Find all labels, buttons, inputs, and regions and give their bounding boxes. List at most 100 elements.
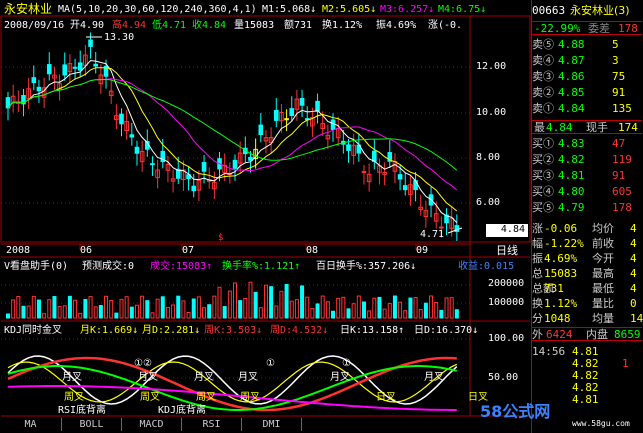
price-tick: 12.00: [476, 61, 507, 72]
buy-order-row[interactable]: 买③ 4.81 91: [532, 169, 642, 183]
watermark-logo: 58公式网: [480, 402, 551, 421]
stock-name: 永安林业: [4, 2, 53, 16]
sell-order-row[interactable]: 卖④ 4.87 3: [532, 54, 642, 68]
candle-body: [201, 162, 207, 172]
sell-order-row[interactable]: 卖② 4.85 91: [532, 86, 642, 100]
volume-bar: [104, 295, 109, 319]
outer-label: 外: [532, 328, 543, 341]
candle-body: [72, 66, 78, 69]
sold-value: 收益:0.015: [458, 261, 515, 272]
volume-bar: [207, 304, 212, 319]
buy-order-row[interactable]: 买④ 4.80 605: [532, 185, 642, 199]
order-label: 卖③: [532, 70, 554, 83]
volume-bar: [140, 295, 145, 319]
buy-order-row[interactable]: 买② 4.82 119: [532, 153, 642, 167]
tab-dmi[interactable]: DMI: [242, 418, 302, 431]
wei-bi-row: -22.99% 委差 178: [532, 21, 642, 35]
volume-bar: [341, 296, 346, 319]
volume-bar: [413, 297, 418, 319]
volume-bar: [279, 290, 284, 319]
volume-bar: [73, 299, 78, 319]
order-price: 4.86: [558, 70, 585, 83]
volume-bar: [150, 312, 155, 319]
bar-amplitude: 振4.69%: [376, 20, 417, 31]
order-volume: 5: [612, 38, 619, 51]
volume-bar: [361, 301, 366, 319]
volume-bar: [222, 306, 227, 319]
buy-order-row[interactable]: 买⑤ 4.79 178: [532, 201, 642, 215]
volume-bar: [403, 310, 408, 319]
volume-bar: [377, 296, 382, 319]
candle-body: [150, 163, 155, 166]
sell-order-row[interactable]: 卖① 4.84 135: [532, 102, 642, 116]
volume-bar: [134, 304, 139, 319]
kdj-tick: 100.00: [488, 333, 525, 344]
volume-bar: [305, 296, 310, 319]
volume-bar: [253, 291, 258, 319]
kdj-signal: 周叉: [64, 392, 84, 403]
candlestick-series: $: [5, 32, 463, 243]
m2-value: M2:5.605↓: [322, 4, 377, 15]
volume-bar: [289, 300, 294, 319]
volume-bar: [418, 308, 423, 319]
order-volume: 47: [612, 137, 626, 150]
bar-amount: 额731: [284, 20, 313, 31]
volume-tick: 100000: [488, 297, 525, 308]
stat-value-2: 14: [630, 312, 643, 325]
order-label: 买⑤: [532, 201, 554, 214]
order-label: 买④: [532, 185, 554, 198]
inner-value: 8659: [614, 328, 641, 341]
time-label: 06: [80, 245, 93, 256]
tab-macd[interactable]: MACD: [122, 418, 182, 431]
volume-bar: [109, 299, 114, 319]
sell-order-row[interactable]: 卖⑤ 4.88 5: [532, 38, 642, 52]
volume-bar: [227, 290, 232, 319]
tab-ma[interactable]: MA: [0, 418, 62, 431]
volume-bar: [320, 295, 325, 319]
volume-bar: [346, 308, 351, 319]
circle-mark: ①: [342, 358, 351, 369]
quote-code: 00663: [532, 4, 566, 17]
candle-body: [413, 180, 418, 191]
volume-bar: [217, 286, 222, 319]
tab-boll[interactable]: BOLL: [62, 418, 122, 431]
order-price: 4.80: [558, 185, 585, 198]
stat-label: 总: [532, 267, 543, 280]
stat-label-2: 今开: [592, 252, 614, 265]
buy-order-row[interactable]: 买① 4.83 47: [532, 137, 642, 151]
volume-bar: [284, 283, 289, 319]
kdj-signal: 月叉: [194, 372, 214, 383]
bar-turnover: 换1.12%: [322, 20, 363, 31]
volume-bar: [444, 297, 449, 319]
stat-value-2: 4: [630, 222, 637, 235]
hundred-day-turnover: 百日换手%:357.206↓: [316, 261, 417, 272]
volume-bar: [160, 296, 165, 319]
volume-bar: [6, 313, 10, 319]
stat-row: 换 1.12% 量比 0: [532, 297, 642, 311]
candle-body: [289, 108, 295, 117]
inner-label: 内盘: [586, 328, 608, 341]
stat-value-2: 4: [630, 252, 637, 265]
kdj-month-k: 月K:1.669↓: [80, 325, 139, 336]
volume-bar: [36, 299, 41, 319]
kdj-panel-title[interactable]: KDJ同时金叉: [4, 325, 62, 337]
sell-order-row[interactable]: 卖③ 4.86 75: [532, 70, 642, 84]
tab-daily[interactable]: 日线: [496, 245, 518, 257]
volume-bar: [294, 299, 299, 319]
kdj-day-d: 日D:16.370↓: [414, 325, 479, 336]
stat-value-2: 0: [630, 297, 637, 310]
stat-value: -1.22%: [544, 237, 584, 250]
order-volume: 119: [612, 153, 632, 166]
volume-bar: [351, 303, 356, 319]
circle-mark: ①②: [134, 358, 152, 369]
stat-row: 振 4.69% 今开 4: [532, 252, 642, 266]
volume-bar: [16, 295, 21, 319]
time-label: 09: [416, 245, 429, 256]
volume-bar: [263, 284, 268, 319]
rsi-divergence-label: RSI底背离: [58, 405, 107, 416]
volume-bar: [212, 295, 217, 319]
volume-bar: [248, 281, 253, 319]
tab-rsi[interactable]: RSI: [182, 418, 242, 431]
volume-panel-title[interactable]: V看盘助手(0): [4, 261, 68, 273]
stat-value-2: 4: [630, 237, 637, 250]
